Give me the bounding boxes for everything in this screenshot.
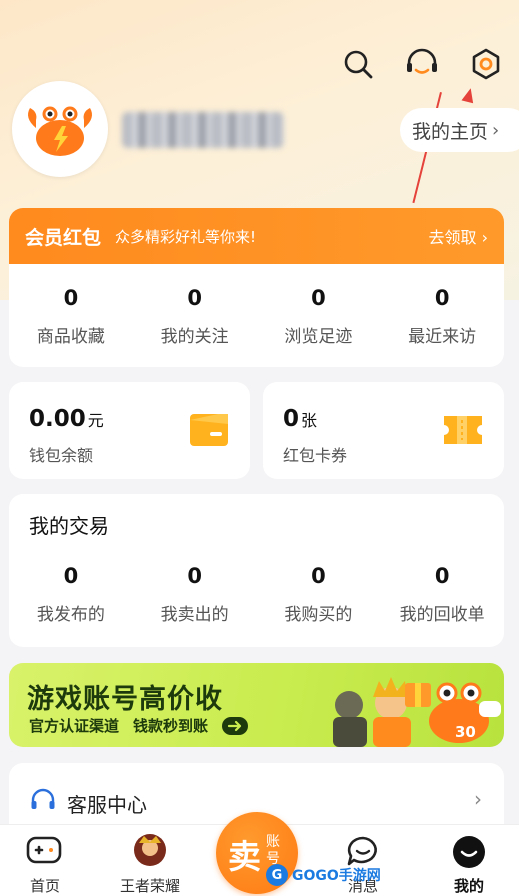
- stat-value: 0: [311, 564, 326, 588]
- coupons-unit: 张: [301, 411, 318, 430]
- stat-recycle-orders[interactable]: 0 我的回收单: [380, 564, 504, 625]
- stat-history[interactable]: 0 浏览足迹: [257, 286, 381, 347]
- wallet-balance-unit: 元: [87, 411, 104, 430]
- stat-purchased[interactable]: 0 我购买的: [257, 564, 381, 625]
- my-trades-card: 我的交易 0 我发布的 0 我卖出的 0 我购买的 0 我的回收单: [9, 494, 504, 647]
- customer-service-label: 客服中心: [67, 793, 147, 817]
- stat-recent-visitors[interactable]: 0 最近来访: [380, 286, 504, 347]
- stat-label: 商品收藏: [36, 327, 105, 347]
- stat-label: 我发布的: [36, 605, 105, 625]
- hero-avatar-icon: [133, 833, 167, 871]
- banner-title: 游戏账号高价收: [27, 684, 223, 715]
- coupons-card[interactable]: 0张 红包卡券: [263, 382, 504, 479]
- coupons-amount: 0张: [283, 406, 317, 432]
- stat-value: 0: [434, 564, 450, 588]
- stat-published[interactable]: 0 我发布的: [9, 564, 133, 625]
- my-homepage-button[interactable]: 我的主页 ›: [400, 108, 519, 152]
- trade-stats: 0 我发布的 0 我卖出的 0 我购买的 0 我的回收单: [9, 564, 504, 625]
- tab-label: 王者荣耀: [119, 877, 180, 895]
- stat-following[interactable]: 0 我的关注: [133, 286, 257, 347]
- chevron-right-icon: ›: [492, 119, 500, 141]
- wallet-amount: 0.00 元: [29, 406, 104, 432]
- stat-label: 我的回收单: [399, 605, 485, 625]
- arrow-right-circle-icon: [222, 716, 249, 735]
- coupon-ticket-icon: [442, 412, 484, 452]
- my-homepage-label: 我的主页: [412, 120, 489, 143]
- account-recycle-banner[interactable]: 游戏账号高价收 官方认证渠道 钱款秒到账 30: [9, 663, 504, 747]
- member-stats: 0 商品收藏 0 我的关注 0 浏览足迹 0 最近来访: [9, 264, 504, 347]
- crab-mascot-icon: [28, 106, 92, 156]
- wallet-balance-card[interactable]: 0.00 元 钱包余额: [9, 382, 250, 479]
- stat-value: 0: [63, 564, 79, 588]
- watermark: G GOGO手游网: [266, 862, 381, 888]
- member-card: 会员红包 众多精彩好礼等你来! 去领取 › 0 商品收藏 0 我的关注 0 浏览…: [9, 208, 504, 367]
- my-trades-title: 我的交易: [29, 514, 109, 538]
- stat-value: 0: [434, 286, 450, 310]
- wallet-balance-label: 钱包余额: [29, 446, 94, 465]
- member-subtitle: 众多精彩好礼等你来!: [115, 227, 257, 246]
- stat-value: 0: [311, 286, 326, 310]
- stat-sold[interactable]: 0 我卖出的: [133, 564, 257, 625]
- headset-icon: [29, 787, 57, 819]
- banner-subtitle: 官方认证渠道 钱款秒到账: [29, 715, 249, 736]
- coupons-value: 0: [283, 406, 300, 432]
- avatar[interactable]: [12, 81, 108, 177]
- sell-big-label: 卖: [228, 837, 261, 876]
- username-blurred: [122, 112, 284, 148]
- member-title: 会员红包: [25, 226, 102, 249]
- gamepad-icon: [26, 835, 62, 869]
- stat-label: 我卖出的: [160, 605, 229, 625]
- stat-value: 0: [187, 564, 202, 588]
- stat-value: 0: [63, 286, 79, 310]
- game-characters-illustration: 30: [333, 677, 501, 747]
- stat-favorites[interactable]: 0 商品收藏: [9, 286, 133, 347]
- stat-label: 我购买的: [284, 605, 353, 625]
- claim-label: 去领取: [428, 228, 477, 247]
- settings-hexagon-icon[interactable]: [466, 44, 506, 84]
- claim-button[interactable]: 去领取 ›: [428, 224, 488, 248]
- badge-number: 30: [455, 723, 476, 741]
- tab-label: 首页: [29, 877, 60, 895]
- wallet-balance-value: 0.00: [29, 406, 86, 432]
- profile-smile-icon: [452, 835, 486, 873]
- watermark-logo-icon: G: [266, 864, 288, 886]
- coupons-label: 红包卡券: [283, 446, 348, 465]
- tab-label: 我的: [453, 877, 484, 895]
- stat-label: 我的关注: [160, 327, 229, 347]
- chevron-right-icon: ›: [474, 787, 482, 811]
- wallet-icon: [188, 412, 230, 452]
- stat-label: 最近来访: [408, 327, 477, 347]
- member-redpacket-banner[interactable]: 会员红包 众多精彩好礼等你来! 去领取 ›: [9, 208, 504, 264]
- chevron-right-icon: ›: [481, 228, 488, 247]
- banner-sub-payment: 钱款秒到账: [133, 717, 209, 735]
- watermark-text: GOGO手游网: [292, 868, 381, 884]
- banner-sub-official: 官方认证渠道: [29, 717, 120, 735]
- customer-service-headset-icon[interactable]: [402, 44, 442, 84]
- stat-value: 0: [187, 286, 202, 310]
- stat-label: 浏览足迹: [284, 327, 353, 347]
- search-icon[interactable]: [338, 44, 378, 84]
